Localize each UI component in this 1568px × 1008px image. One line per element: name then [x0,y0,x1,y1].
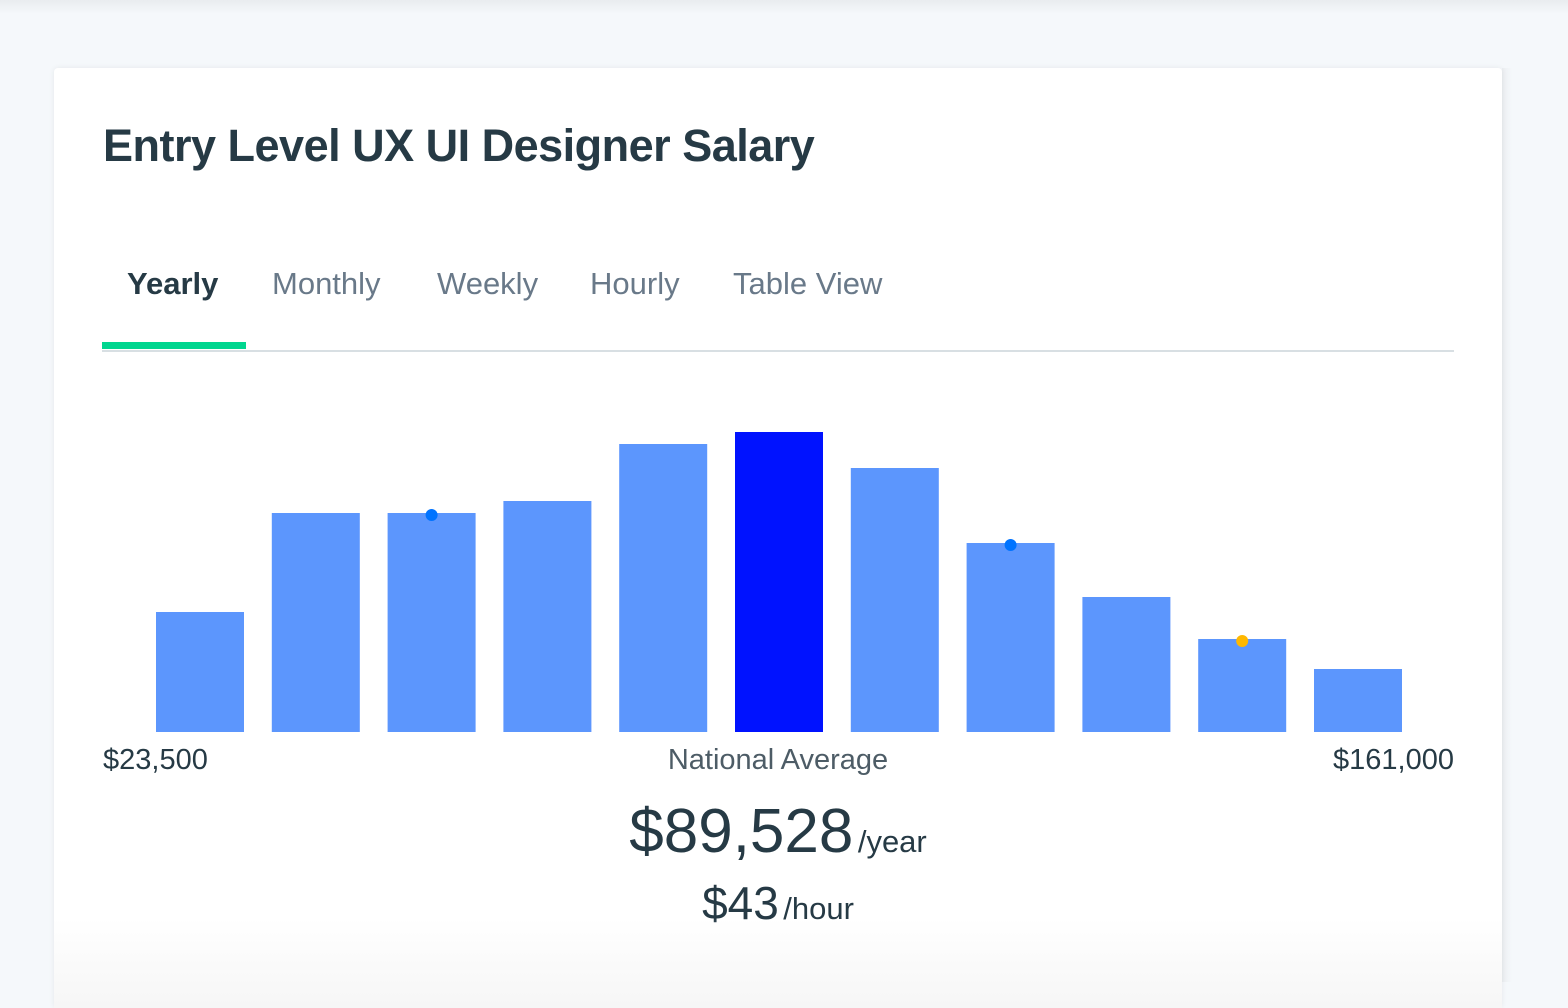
card-bottom-fade [54,918,1502,1008]
marker-dot-3[interactable] [1236,635,1249,647]
bar-bin-7[interactable] [850,468,939,732]
average-hourly-unit: /hour [783,891,854,926]
bar-national-average[interactable] [735,432,823,732]
range-max-label: $161,000 [1333,744,1454,776]
bar-bin-8[interactable] [966,543,1055,732]
average-yearly-value: $89,528 [629,797,854,866]
bar-bin-9[interactable] [1082,597,1171,732]
average-hourly: $43 /hour [54,876,1502,930]
average-yearly-unit: /year [857,824,927,859]
top-shadow [0,0,1568,14]
average-hourly-value: $43 [702,877,779,929]
salary-distribution-chart [156,432,1402,732]
national-average-label: National Average [667,744,889,776]
bar-bin-3[interactable] [387,513,476,732]
bar-bin-5[interactable] [619,444,708,732]
marker-dot-2[interactable] [1004,539,1017,551]
salary-card: Entry Level UX UI Designer Salary Yearly… [54,68,1502,1008]
marker-dot-1[interactable] [425,509,438,521]
card-side-shadow [1502,68,1512,982]
average-yearly: $89,528 /year [54,796,1502,867]
bar-bin-10[interactable] [1198,639,1287,732]
bar-bin-2[interactable] [271,513,360,732]
bar-bin-4[interactable] [503,501,592,732]
bar-bin-11[interactable] [1314,669,1402,732]
bar-bin-1[interactable] [156,612,244,732]
